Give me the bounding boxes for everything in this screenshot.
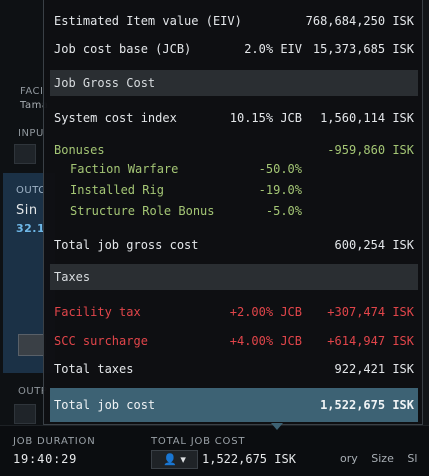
facility-tax-label: Facility tax	[54, 305, 141, 319]
total-job-gross-cost-value: 600,254 ISK	[334, 238, 414, 252]
bonuses-row: Bonuses -959,860 ISK	[54, 141, 414, 159]
estimated-item-value-row: Estimated Item value (EIV) 768,684,250 I…	[54, 12, 414, 30]
estimated-item-value-label: Estimated Item value (EIV)	[54, 14, 242, 28]
industry-footer	[0, 425, 429, 476]
bonus-structure-role-label: Structure Role Bonus	[70, 204, 215, 218]
bonuses-value: -959,860 ISK	[327, 143, 414, 157]
scc-surcharge-value: +614,947 ISK	[327, 334, 414, 348]
system-cost-index-value: 1,560,114 ISK	[320, 111, 414, 125]
bonus-faction-warfare-row: Faction Warfare -50.0%	[54, 160, 414, 178]
job-cost-base-value: 15,373,685 ISK	[312, 42, 414, 56]
system-cost-index-pct: 10.15% JCB	[229, 111, 302, 125]
tab-category[interactable]: ory	[340, 452, 358, 465]
facility-label: FACI	[20, 86, 44, 97]
output-settings-icon[interactable]	[14, 404, 36, 424]
bonus-faction-warfare-label: Faction Warfare	[70, 162, 179, 176]
facility-tax-pct: +2.00% JCB	[229, 305, 302, 319]
system-cost-index-row: System cost index 10.15% JCB 1,560,114 I…	[54, 109, 414, 127]
bonus-structure-role-row: Structure Role Bonus -5.0%	[54, 202, 414, 220]
bonus-structure-role-pct: -5.0%	[265, 204, 302, 218]
user-icon: 👤	[163, 453, 177, 466]
outcome-label: OUTC	[16, 185, 46, 196]
blueprint-gem-icon[interactable]	[18, 334, 46, 356]
job-cost-base-pct: 2.0% EIV	[244, 42, 302, 56]
bonus-installed-rig-pct: -19.0%	[258, 183, 302, 197]
job-gross-cost-title: Job Gross Cost	[54, 76, 156, 90]
estimated-item-value: 768,684,250 ISK	[305, 14, 414, 28]
chevron-down-icon: ▾	[176, 453, 186, 466]
total-job-cost-label: Total job cost	[54, 398, 156, 412]
bonus-installed-rig-row: Installed Rig -19.0%	[54, 181, 414, 199]
input-label: INPU	[18, 128, 44, 139]
tooltip-pointer	[271, 423, 283, 430]
tab-slot[interactable]: Sl	[407, 452, 417, 465]
outcome-value: 32.1	[16, 222, 46, 235]
bonuses-label: Bonuses	[54, 143, 105, 157]
system-cost-index-label: System cost index	[54, 111, 177, 125]
total-job-cost-label: TOTAL JOB COST	[151, 436, 246, 447]
job-duration-label: JOB DURATION	[13, 436, 96, 447]
total-job-cost-value[interactable]: 1,522,675 ISK	[202, 452, 296, 466]
total-taxes-label: Total taxes	[54, 362, 134, 376]
job-cost-tooltip: Estimated Item value (EIV) 768,684,250 I…	[43, 0, 423, 430]
job-gross-cost-header: Job Gross Cost	[50, 70, 418, 96]
facility-tax-value: +307,474 ISK	[327, 305, 414, 319]
bonus-installed-rig-label: Installed Rig	[70, 183, 164, 197]
taxes-title: Taxes	[54, 270, 91, 284]
owner-select-button[interactable]: 👤 ▾	[151, 450, 198, 469]
facility-tax-row: Facility tax +2.00% JCB +307,474 ISK	[54, 303, 414, 321]
total-job-cost-tooltip-value: 1,522,675 ISK	[320, 398, 414, 412]
total-taxes-value: 922,421 ISK	[334, 362, 414, 376]
job-duration-value: 19:40:29	[13, 452, 78, 466]
scc-surcharge-pct: +4.00% JCB	[229, 334, 302, 348]
total-taxes-row: Total taxes 922,421 ISK	[54, 360, 414, 378]
total-job-gross-cost-row: Total job gross cost 600,254 ISK	[54, 236, 414, 254]
job-cost-base-label: Job cost base (JCB)	[54, 42, 192, 56]
tab-size[interactable]: Size	[371, 452, 394, 465]
list-tabs: ory Size Sl	[340, 452, 427, 465]
scc-surcharge-row: SCC surcharge +4.00% JCB +614,947 ISK	[54, 332, 414, 350]
input-settings-icon[interactable]	[14, 144, 36, 164]
taxes-header: Taxes	[50, 264, 418, 290]
total-job-cost-bar: Total job cost 1,522,675 ISK	[50, 388, 418, 422]
job-cost-base-row: Job cost base (JCB) 2.0% EIV 15,373,685 …	[54, 40, 414, 58]
scc-surcharge-label: SCC surcharge	[54, 334, 148, 348]
outcome-name: Sin	[16, 203, 38, 218]
bonus-faction-warfare-pct: -50.0%	[258, 162, 302, 176]
total-job-gross-cost-label: Total job gross cost	[54, 238, 199, 252]
